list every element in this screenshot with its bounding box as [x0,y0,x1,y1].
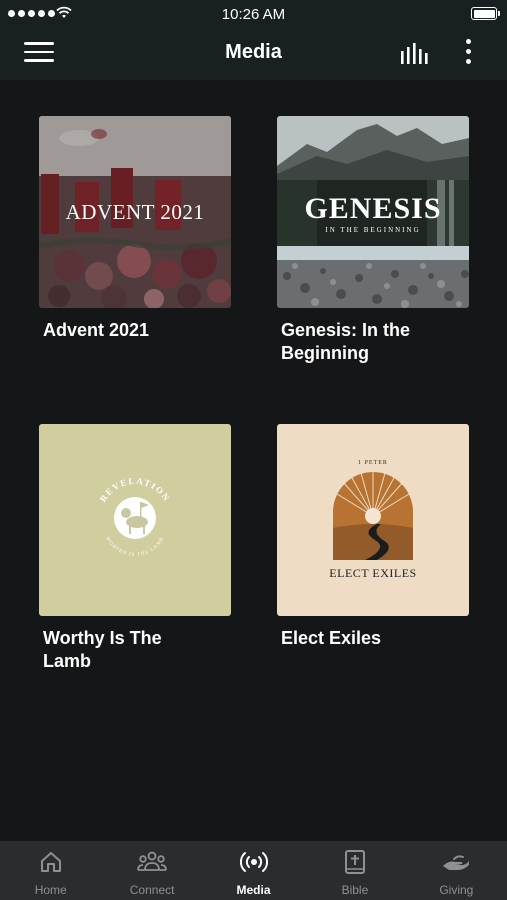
people-icon [137,851,168,871]
seal-bottom-text: WORTHY IS THE LAMB [104,536,164,558]
tab-label: Bible [341,883,369,897]
media-title[interactable]: Worthy Is The Lamb [43,627,193,673]
thumbnail-subtext: 1 PETER [358,460,388,466]
broadcast-icon [239,852,268,872]
tab-media[interactable]: Media [203,841,304,900]
media-card-worthy-is-the-lamb[interactable]: REVELATION WORTHY IS THE LAMB Worthy Is … [39,424,231,673]
media-title[interactable]: Genesis: In the Beginning [281,319,431,365]
bible-icon [344,850,365,874]
bottom-tab-bar: Home Connect Media Bible Giving [0,841,507,900]
media-card-elect-exiles[interactable]: 1 PETER ELECT EXILES Elect Exiles [277,424,469,650]
tab-label: Home [34,883,67,897]
tab-bible[interactable]: Bible [304,841,405,900]
tab-giving[interactable]: Giving [406,841,507,900]
status-time: 10:26 AM [221,6,286,23]
svg-text:WORTHY IS THE LAMB: WORTHY IS THE LAMB [104,536,165,558]
tab-connect[interactable]: Connect [101,841,202,900]
tab-label: Connect [129,883,175,897]
home-icon [40,852,61,872]
media-thumbnail[interactable]: REVELATION WORTHY IS THE LAMB [39,424,231,616]
tab-label: Giving [439,883,474,897]
media-thumbnail[interactable]: GENESIS IN THE BEGINNING [277,116,469,308]
media-card-genesis[interactable]: GENESIS IN THE BEGINNING Genesis: In the… [277,116,469,365]
elect-exiles-arch-image [333,472,413,560]
media-title[interactable]: Elect Exiles [281,627,431,650]
tab-label: Media [236,883,271,897]
page-title: Media [225,41,282,63]
bar-chart-icon[interactable] [400,42,430,66]
media-thumbnail[interactable]: ADVENT 2021 [39,116,231,308]
media-title[interactable]: Advent 2021 [43,319,193,342]
media-thumbnail[interactable]: 1 PETER ELECT EXILES [277,424,469,616]
status-bar: 10:26 AM [0,0,507,28]
thumbnail-text: ADVENT 2021 [65,200,205,224]
battery-icon [471,7,500,20]
revelation-seal-image: REVELATION WORTHY IS THE LAMB [98,476,171,558]
media-card-advent-2021[interactable]: ADVENT 2021 Advent 2021 [39,116,231,342]
thumbnail-text: ELECT EXILES [329,566,417,580]
giving-hand-icon [443,855,470,870]
thumbnail-text: GENESIS [304,192,442,225]
more-options-icon[interactable] [458,39,478,69]
thumbnail-subtext: IN THE BEGINNING [325,226,421,234]
nav-bar: Media [0,28,507,80]
tab-home[interactable]: Home [0,841,101,900]
